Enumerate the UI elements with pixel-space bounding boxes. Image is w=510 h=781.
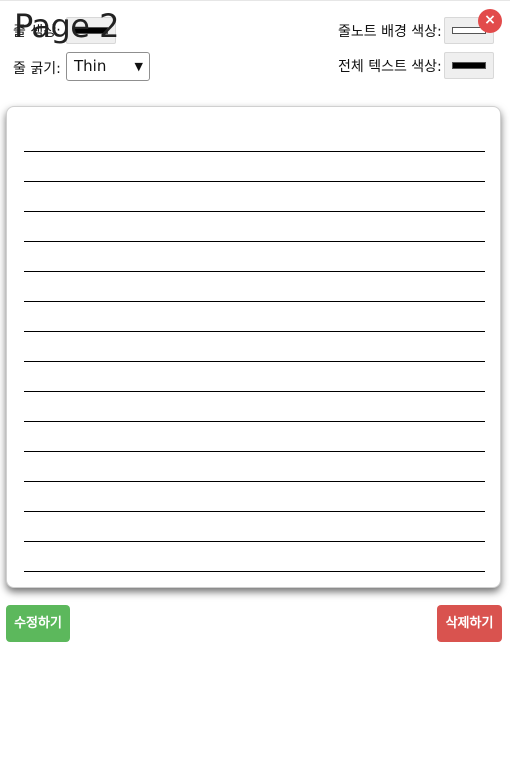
text-color-label: 전체 텍스트 색상:: [338, 59, 442, 75]
lined-note[interactable]: [6, 106, 501, 588]
bg-color-label: 줄노트 배경 색상:: [338, 24, 442, 40]
note-line: [24, 511, 485, 512]
note-line: [24, 361, 485, 362]
note-line: [24, 451, 485, 452]
note-line: [24, 241, 485, 242]
note-line: [24, 331, 485, 332]
text-color-picker[interactable]: [444, 52, 494, 79]
note-line: [24, 301, 485, 302]
note-line: [24, 391, 485, 392]
close-button[interactable]: ×: [478, 9, 502, 33]
text-color-swatch: [452, 62, 486, 69]
note-line: [24, 421, 485, 422]
line-width-select[interactable]: Thin ▼: [66, 52, 150, 81]
note-line: [24, 481, 485, 482]
note-line: [24, 181, 485, 182]
delete-button[interactable]: 삭제하기: [437, 605, 502, 642]
note-line: [24, 571, 485, 572]
line-width-value: Thin: [74, 57, 107, 75]
line-width-label: 줄 굵기:: [13, 61, 61, 77]
note-line: [24, 271, 485, 272]
chevron-down-icon: ▼: [134, 60, 143, 73]
page-title: Page 2: [14, 7, 120, 45]
note-line: [24, 151, 485, 152]
edit-button[interactable]: 수정하기: [6, 605, 70, 642]
note-line: [24, 541, 485, 542]
top-divider: [0, 0, 510, 1]
note-line: [24, 211, 485, 212]
